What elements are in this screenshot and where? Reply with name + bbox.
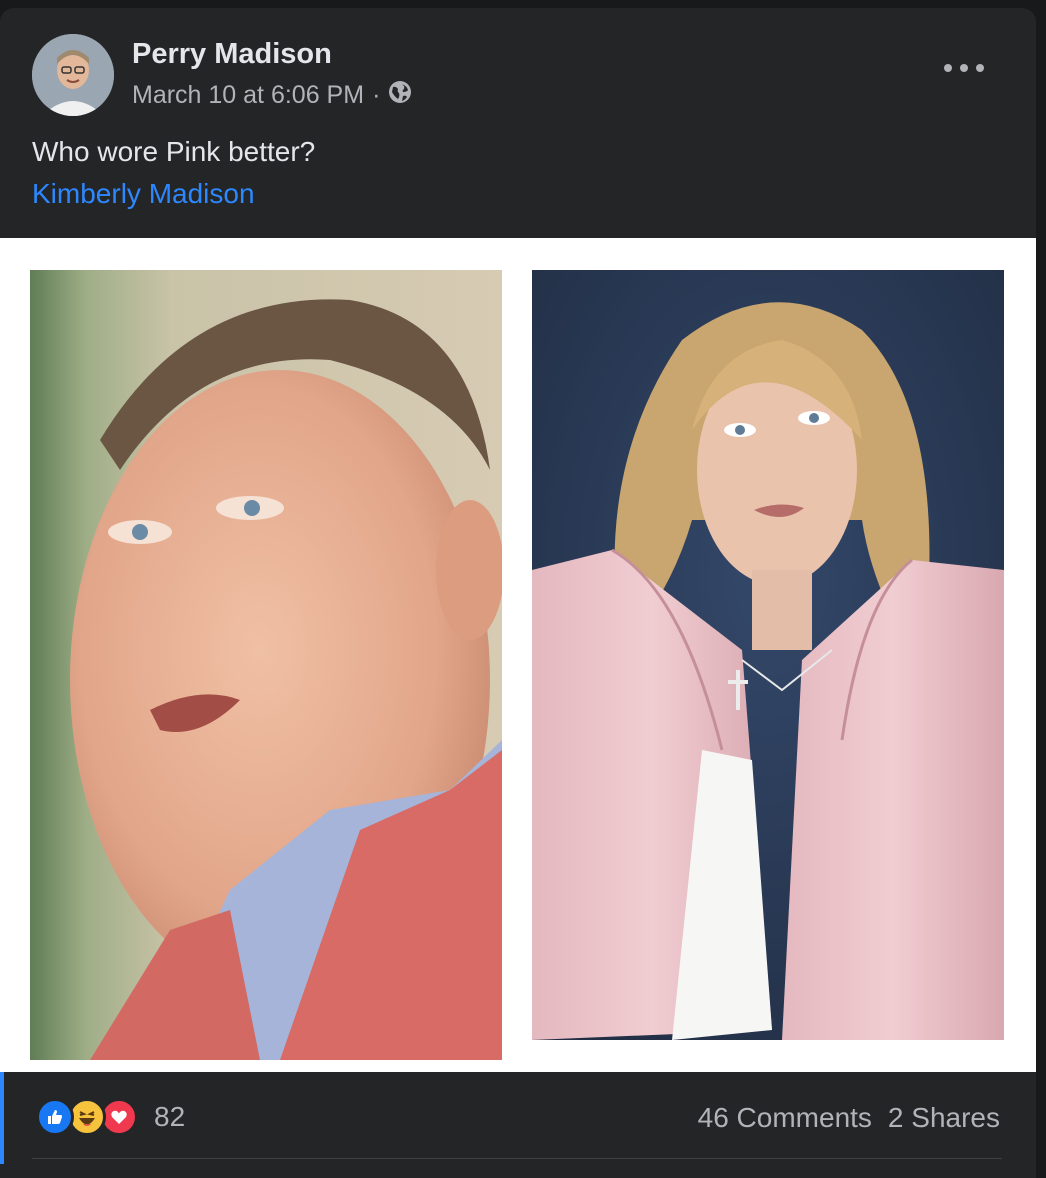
dot [960,64,968,72]
dot [944,64,952,72]
divider [32,1158,1002,1159]
author-avatar[interactable] [32,34,114,116]
mention-link[interactable]: Kimberly Madison [32,178,255,210]
globe-icon [388,80,412,111]
reactions-summary[interactable]: 82 [36,1098,185,1136]
meta-separator: · [372,81,381,109]
post-stats: 46 Comments 2 Shares [698,1102,1000,1134]
avatar-photo [32,34,114,116]
like-icon [36,1098,74,1136]
post-media[interactable] [0,238,1036,1072]
post-meta: March 10 at 6:06 PM · [132,80,412,111]
reaction-count[interactable]: 82 [154,1101,185,1133]
post-timestamp[interactable]: March 10 at 6:06 PM [132,81,364,110]
photo-woman-pink-jacket [532,270,1004,1040]
dot [976,64,984,72]
focus-indicator [0,1072,4,1164]
post-text: Who wore Pink better? [32,136,316,167]
shares-count-link[interactable]: 2 Shares [888,1102,1000,1134]
comments-count-link[interactable]: 46 Comments [698,1102,872,1134]
more-options-button[interactable] [944,56,984,80]
author-name[interactable]: Perry Madison [132,38,332,71]
photo-man-pink-jacket [30,270,502,1060]
post-card: Perry Madison March 10 at 6:06 PM · Who … [0,8,1036,1178]
